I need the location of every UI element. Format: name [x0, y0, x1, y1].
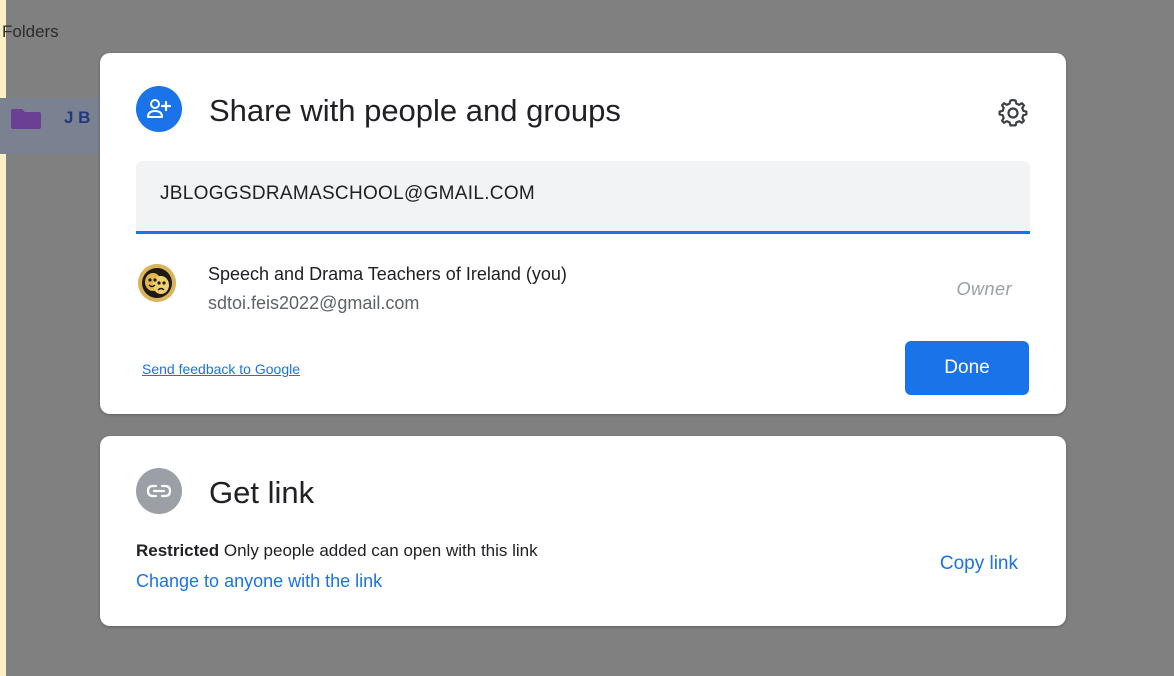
share-dialog-title: Share with people and groups [209, 93, 621, 128]
get-link-title: Get link [209, 475, 315, 510]
person-add-icon [136, 86, 182, 132]
share-input-field[interactable] [136, 161, 1030, 234]
settings-button[interactable] [996, 95, 1030, 129]
link-access-description: Restricted Only people added can open wi… [136, 541, 538, 561]
share-email-input[interactable] [160, 183, 1000, 205]
gear-icon [998, 98, 1028, 127]
copy-link-button[interactable]: Copy link [940, 553, 1018, 575]
share-dialog: Share with people and groups Speech and … [100, 53, 1066, 414]
get-link-dialog: Get link Restricted Only people added ca… [100, 436, 1066, 626]
restricted-label: Restricted [136, 541, 220, 560]
owner-role-label: Owner [956, 279, 1012, 299]
link-icon [136, 468, 182, 514]
folders-heading: Folders [2, 22, 59, 41]
owner-avatar [138, 264, 176, 302]
folder-icon [11, 109, 41, 129]
change-link-access-link[interactable]: Change to anyone with the link [136, 571, 382, 592]
send-feedback-link[interactable]: Send feedback to Google [142, 361, 300, 377]
done-button[interactable]: Done [905, 341, 1029, 395]
restricted-description: Only people added can open with this lin… [219, 541, 538, 560]
owner-email: sdtoi.feis2022@gmail.com [208, 293, 420, 313]
owner-name: Speech and Drama Teachers of Ireland (yo… [208, 264, 567, 284]
folder-name: J B [64, 108, 91, 127]
